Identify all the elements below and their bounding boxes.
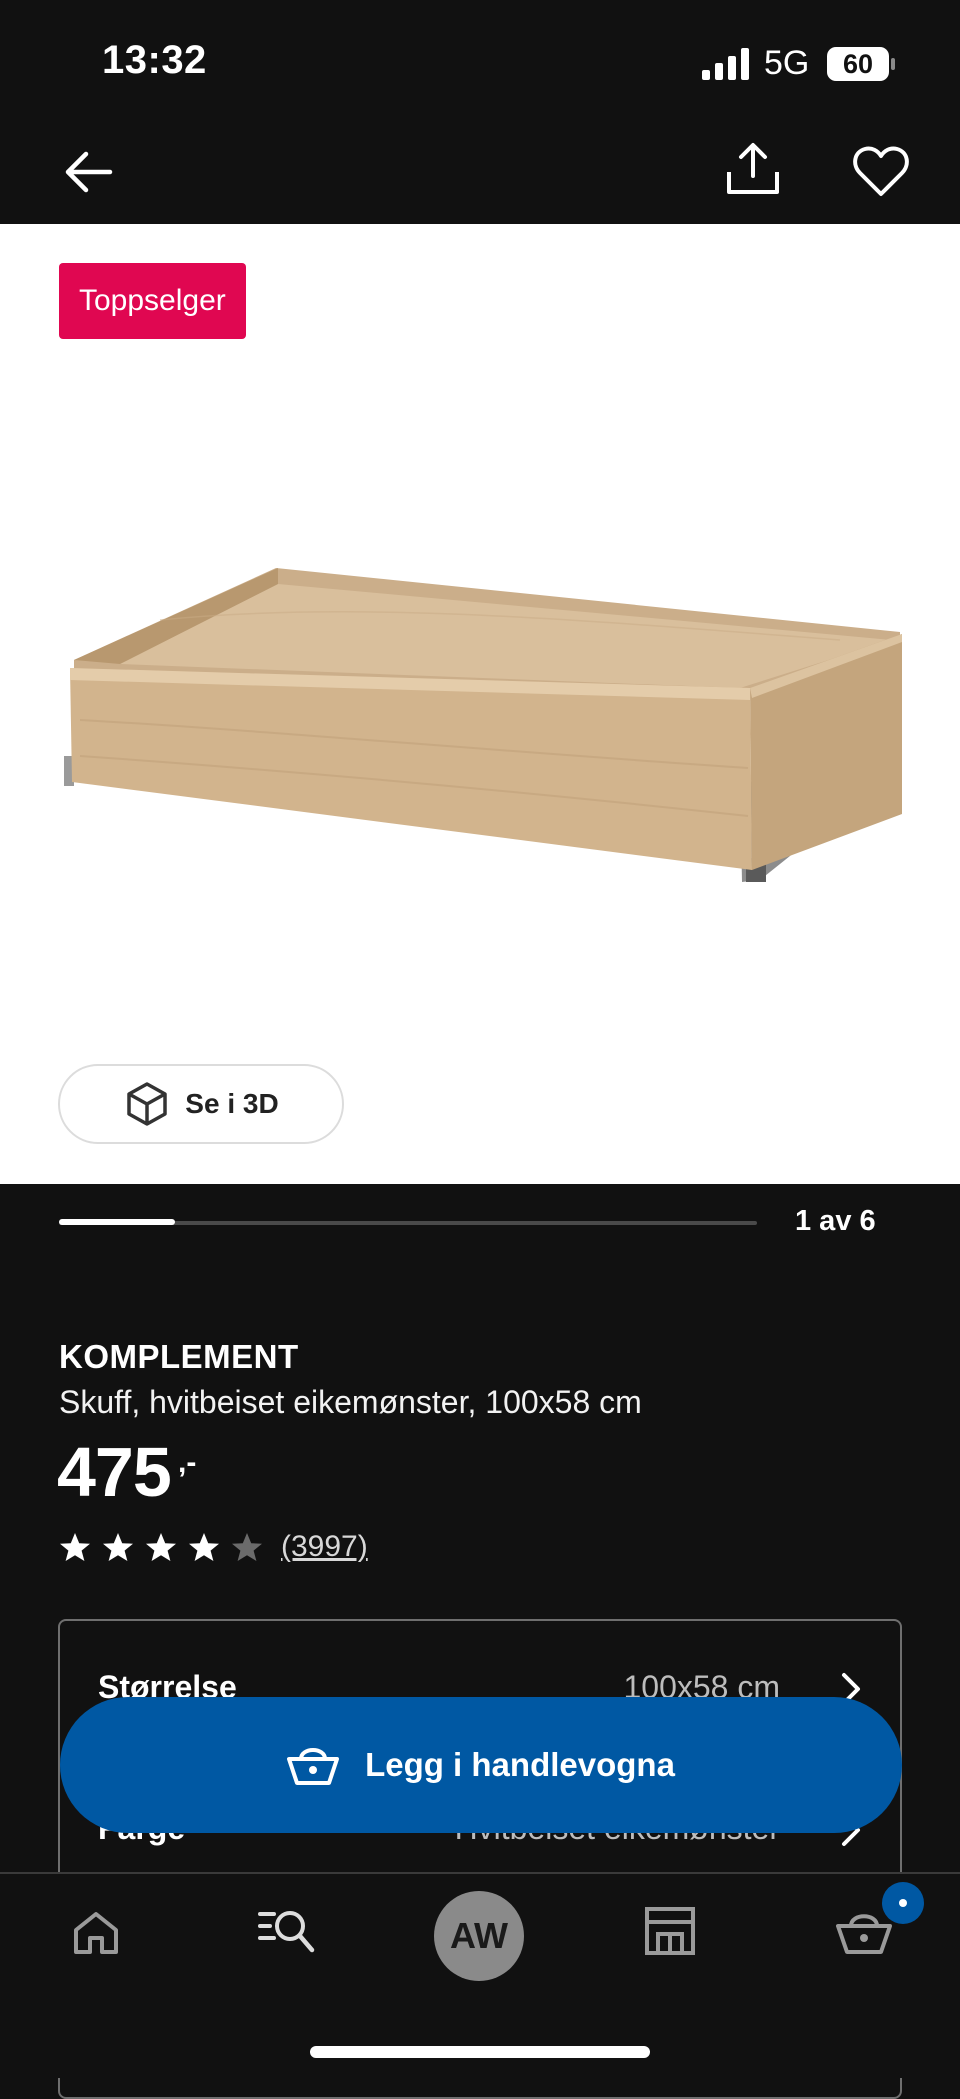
battery-icon: 60 xyxy=(826,46,898,82)
home-indicator xyxy=(310,2046,650,2058)
signal-icon xyxy=(702,48,749,80)
avatar[interactable]: AW xyxy=(434,1891,524,1981)
cart-icon[interactable] xyxy=(836,1908,892,1956)
product-description: Skuff, hvitbeiset eikemønster, 100x58 cm xyxy=(59,1384,642,1420)
half-star-icon xyxy=(232,1533,262,1561)
status-time: 13:32 xyxy=(102,38,207,82)
basket-icon xyxy=(287,1748,340,1785)
rating-stars xyxy=(60,1533,262,1561)
heart-icon[interactable] xyxy=(852,144,910,198)
add-to-cart-button[interactable]: Legg i handlevogna xyxy=(60,1697,902,1833)
battery-level: 60 xyxy=(842,49,874,79)
view-3d-label: Se i 3D xyxy=(185,1088,279,1119)
share-icon[interactable] xyxy=(724,140,782,198)
bestseller-badge: Toppselger xyxy=(59,263,246,339)
star-icon xyxy=(60,1533,90,1561)
star-icon xyxy=(103,1533,133,1561)
review-count-link[interactable]: (3997) xyxy=(281,1530,368,1564)
carousel-progress-fill xyxy=(59,1219,175,1225)
add-to-cart-label: Legg i handlevogna xyxy=(365,1746,675,1783)
cart-notification-dot xyxy=(882,1882,924,1924)
product-name: KOMPLEMENT xyxy=(59,1338,299,1375)
network-type: 5G xyxy=(764,44,810,82)
back-arrow-icon[interactable] xyxy=(62,146,114,198)
carousel-position: 1 av 6 xyxy=(795,1205,876,1237)
search-icon[interactable] xyxy=(258,1906,316,1954)
store-icon[interactable] xyxy=(644,1906,696,1956)
star-icon xyxy=(146,1533,176,1561)
cube-icon xyxy=(127,1082,168,1126)
price-suffix: ,- xyxy=(178,1446,197,1479)
home-icon[interactable] xyxy=(72,1908,120,1956)
view-3d-button[interactable]: Se i 3D xyxy=(58,1064,344,1144)
star-icon xyxy=(189,1533,219,1561)
product-image xyxy=(64,568,902,882)
product-price: 475 xyxy=(57,1433,172,1511)
